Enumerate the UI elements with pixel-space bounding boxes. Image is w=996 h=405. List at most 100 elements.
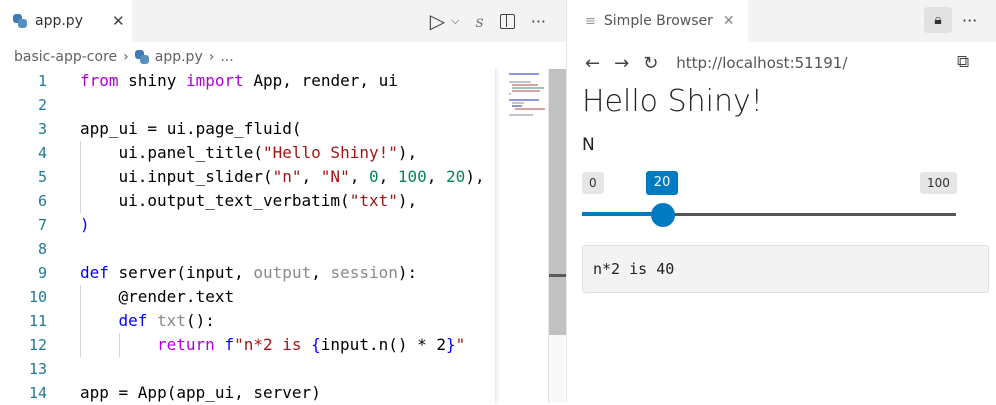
python-icon xyxy=(13,14,27,28)
close-icon[interactable]: ✕ xyxy=(723,13,735,29)
tab-app-py[interactable]: app.py ✕ xyxy=(0,0,132,42)
lock-icon[interactable]: 🔒︎ xyxy=(924,7,952,33)
line-number: 5 xyxy=(37,168,47,186)
code-line[interactable]: 9 def server(input, output, session): xyxy=(0,261,495,285)
code-token: import xyxy=(185,71,244,90)
code-token: ): xyxy=(397,263,418,282)
code-token: f xyxy=(224,335,235,354)
cursor-position-marker xyxy=(549,274,566,277)
more-actions-icon[interactable]: ··· xyxy=(531,12,546,31)
scrollbar-thumb[interactable] xyxy=(549,69,566,335)
split-editor-icon[interactable] xyxy=(499,13,515,29)
reload-icon[interactable]: ↻ xyxy=(643,53,658,74)
page-title: Hello Shiny! xyxy=(582,84,763,119)
breadcrumb-folder[interactable]: basic-app-core xyxy=(14,49,117,65)
vertical-scrollbar[interactable] xyxy=(548,69,566,403)
line-number: 6 xyxy=(37,192,47,210)
code-token: "n" xyxy=(272,167,302,186)
slider-label: N xyxy=(582,135,595,155)
code-token: { xyxy=(311,335,321,354)
code-token: , xyxy=(426,167,447,186)
breadcrumb-symbol[interactable]: ... xyxy=(220,49,233,65)
browser-tab-bar: ≡ Simple Browser ✕ 🔒︎ ··· xyxy=(567,0,996,42)
code-area[interactable]: 1 from shiny import App, render, ui 2 3 app_… xyxy=(0,69,495,405)
code-token: App, render, ui xyxy=(243,71,398,90)
indent-guide xyxy=(80,333,119,357)
line-source: app_ui = ui.page_fluid( xyxy=(80,117,302,141)
code-token: @render.text xyxy=(118,287,235,306)
code-line[interactable]: 14 app = App(app_ui, server) xyxy=(0,381,495,405)
forward-icon[interactable]: → xyxy=(614,53,629,74)
code-token: app = App(app_ui, server) xyxy=(80,383,321,402)
line-source: @render.text xyxy=(80,285,234,309)
code-line[interactable]: 12 return f"n*2 is {input.n() * 2}" xyxy=(0,333,495,357)
code-token: ), xyxy=(465,167,485,186)
indent-guide xyxy=(118,333,158,357)
code-line[interactable]: 5 ui.input_slider("n", "N", 0, 100, 20), xyxy=(0,165,495,189)
code-token: , xyxy=(378,167,398,186)
code-token: ui.input_slider( xyxy=(118,167,273,186)
line-number: 10 xyxy=(28,288,47,306)
line-source: return f"n*2 is {input.n() * 2}" xyxy=(80,333,465,357)
open-external-icon[interactable]: ⧉ xyxy=(957,52,969,72)
code-token: app_ui = ui.page_fluid( xyxy=(80,119,302,138)
code-line[interactable]: 2 xyxy=(0,93,495,117)
code-token: "N" xyxy=(320,167,350,186)
run-icon[interactable]: ▷ xyxy=(430,9,445,33)
url-input[interactable]: http://localhost:51191/ xyxy=(676,54,847,72)
breadcrumb-file[interactable]: app.py xyxy=(155,49,203,65)
code-line[interactable]: 13 xyxy=(0,357,495,381)
code-token: , xyxy=(311,263,331,282)
code-line[interactable]: 11 def txt(): xyxy=(0,309,495,333)
code-token: def xyxy=(80,263,109,282)
code-line[interactable]: 6 ui.output_text_verbatim("txt"), xyxy=(0,189,495,213)
code-line[interactable]: 3 app_ui = ui.page_fluid( xyxy=(0,117,495,141)
line-number: 11 xyxy=(28,312,47,330)
code-token: "txt" xyxy=(349,191,398,210)
code-token: 100 xyxy=(397,167,427,186)
line-number: 12 xyxy=(28,336,47,354)
tab-label: Simple Browser xyxy=(603,13,713,29)
code-token: "n*2 is xyxy=(234,335,312,354)
slider-handle[interactable] xyxy=(650,203,675,227)
more-actions-icon[interactable]: ··· xyxy=(962,0,977,42)
code-token: from xyxy=(80,71,119,90)
editor-tab-bar: app.py ✕ ▷ ⌵ 𝑠 ··· xyxy=(0,0,566,42)
tab-simple-browser[interactable]: ≡ Simple Browser ✕ xyxy=(567,0,748,42)
line-number: 3 xyxy=(37,120,47,138)
close-icon[interactable]: ✕ xyxy=(112,12,125,30)
line-number: 9 xyxy=(37,264,47,282)
code-line[interactable]: 1 from shiny import App, render, ui xyxy=(0,69,495,93)
shiny-icon[interactable]: 𝑠 xyxy=(476,12,484,31)
line-source: ) xyxy=(80,213,90,237)
code-token: def xyxy=(118,311,148,330)
breadcrumb: basic-app-core › app.py › ... xyxy=(14,46,234,68)
code-line[interactable]: 4 ui.panel_title("Hello Shiny!"), xyxy=(0,141,495,165)
chevron-down-icon[interactable]: ⌵ xyxy=(451,14,459,28)
code-token: 20 xyxy=(446,167,466,186)
code-line[interactable]: 10 @render.text xyxy=(0,285,495,309)
code-token: "Hello Shiny!" xyxy=(263,143,398,162)
line-source: app = App(app_ui, server) xyxy=(80,381,321,405)
slider-max-label: 100 xyxy=(920,172,957,194)
code-token: output xyxy=(253,263,312,282)
code-line[interactable]: 7) xyxy=(0,213,495,237)
code-line[interactable]: 8 xyxy=(0,237,495,261)
line-source: def txt(): xyxy=(80,309,215,333)
line-source: ui.output_text_verbatim("txt"), xyxy=(80,189,417,213)
line-number: 7 xyxy=(37,216,47,234)
minimap[interactable] xyxy=(495,69,548,403)
line-source: ui.input_slider("n", "N", 0, 100, 20), xyxy=(80,165,485,189)
code-token: ui.panel_title( xyxy=(118,143,264,162)
code-token: " xyxy=(455,335,466,354)
line-source: ui.panel_title("Hello Shiny!"), xyxy=(80,141,417,165)
line-number: 1 xyxy=(37,72,47,90)
indent-guide xyxy=(80,189,119,213)
back-icon[interactable]: ← xyxy=(585,53,600,74)
line-number: 2 xyxy=(37,96,47,114)
chevron-right-icon: › xyxy=(208,49,215,65)
slider-track[interactable] xyxy=(582,203,956,227)
editor-toolbar: ▷ ⌵ 𝑠 ··· xyxy=(430,0,546,42)
code-token: return xyxy=(157,335,215,354)
